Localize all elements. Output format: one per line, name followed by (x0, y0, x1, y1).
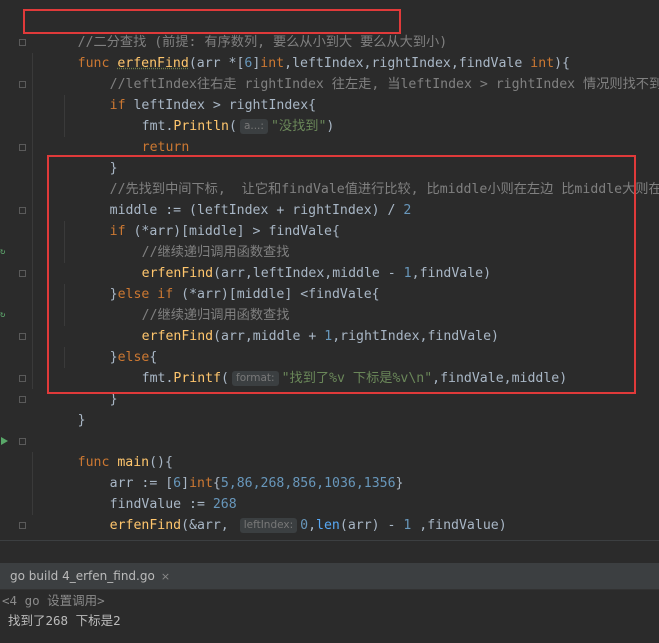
code-text: ( (228, 119, 237, 134)
fold-marker[interactable] (19, 375, 26, 382)
run-tab-label: go build 4_erfen_find.go (10, 569, 155, 583)
string: "没找到" (270, 119, 327, 134)
code-line-4[interactable]: if leftIndex > rightIndex{ (62, 74, 316, 113)
run-icon[interactable] (1, 437, 8, 445)
number-list: 5,86,268,856,1036,1356 (220, 476, 396, 491)
fold-marker[interactable] (19, 81, 26, 88)
fold-marker[interactable] (19, 144, 26, 151)
recursion-icon: ↻ (0, 310, 6, 320)
keyword: return (141, 140, 190, 155)
code-text: (&arr, (181, 518, 237, 533)
highlight-box-title-comment (23, 9, 401, 34)
run-tab[interactable]: go build 4_erfen_find.go × (0, 563, 176, 589)
parameter-hint: a...: (239, 119, 268, 134)
code-line-3[interactable]: //leftIndex往右走 rightIndex 往左走, 当leftInde… (62, 53, 659, 92)
code-line-6[interactable]: return (94, 116, 190, 155)
code-line-24[interactable]: erfenFind(&arr, leftIndex: 0,len(arr) - 1… (62, 494, 507, 533)
code-text: ,findValue) (411, 518, 507, 533)
function-call[interactable]: erfenFind (110, 518, 181, 533)
builtin-call[interactable]: len (316, 518, 340, 533)
number: 0 (300, 518, 309, 533)
highlight-box-search-logic (47, 155, 636, 394)
code-editor[interactable]: ↻ ↻ //二分查找 (前提: 有序数列, 要么从小到大 要么从大到小) fun… (0, 0, 659, 540)
fold-marker[interactable] (19, 39, 26, 46)
fold-marker[interactable] (19, 270, 26, 277)
close-icon[interactable]: × (161, 570, 170, 583)
code-line-2[interactable]: func erfenFind(arr *[6]int,leftIndex,rig… (30, 32, 570, 71)
code-text: } (109, 392, 118, 407)
fold-marker[interactable] (19, 438, 26, 445)
code-line-25[interactable]: } (30, 515, 86, 540)
parameter-hint: leftIndex: (239, 518, 298, 533)
code-line-5[interactable]: fmt.Println(a...: "没找到") (94, 95, 334, 134)
code-line-22[interactable]: arr := [6]int{5,86,268,856,1036,1356} (62, 452, 404, 491)
fold-marker[interactable] (19, 333, 26, 340)
run-command-line: <4 go 设置调用> (2, 593, 105, 608)
code-text: (arr) - (339, 518, 404, 533)
fold-marker[interactable] (19, 522, 26, 529)
run-output-line: 找到了268 下标是2 (8, 613, 121, 628)
fold-marker[interactable] (19, 207, 26, 214)
recursion-icon: ↻ (0, 247, 6, 257)
run-tab-bar: go build 4_erfen_find.go × (0, 563, 659, 590)
code-text: } (395, 476, 404, 491)
code-line-21[interactable]: func main(){ (30, 431, 173, 470)
indent-guide (32, 53, 33, 389)
run-panel[interactable]: go build 4_erfen_find.go × <4 go 设置调用> 找到… (0, 540, 659, 643)
fold-marker[interactable] (19, 396, 26, 403)
code-text: } (77, 413, 86, 428)
code-text: ) (326, 119, 335, 134)
code-line-23[interactable]: findValue := 268 (62, 473, 237, 512)
code-text: , (308, 518, 317, 533)
